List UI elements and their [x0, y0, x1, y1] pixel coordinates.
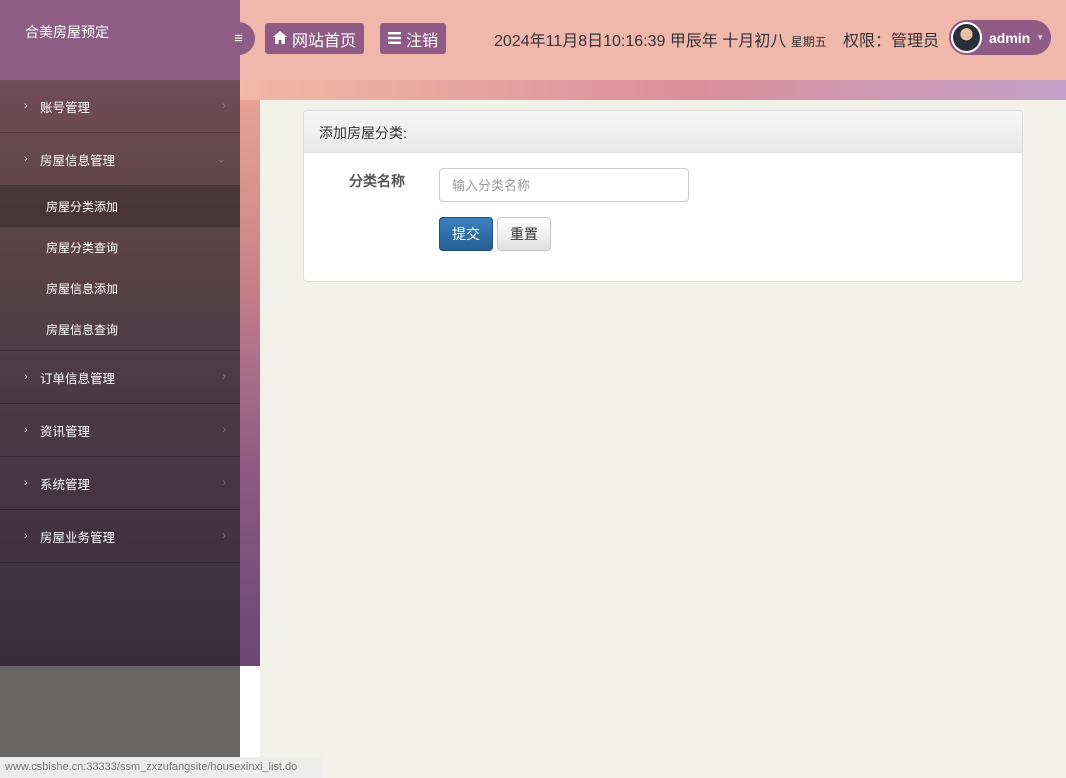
chevron-right-icon: ›	[222, 371, 226, 383]
category-name-input[interactable]	[439, 168, 689, 202]
submenu-item-label: 房屋信息查询	[46, 323, 119, 337]
chevron-right-icon: ›	[222, 100, 226, 112]
category-name-label: 分类名称	[349, 173, 405, 189]
sidebar-item-label: 房屋信息管理	[40, 153, 116, 168]
logout-button-label: 注销	[406, 32, 439, 50]
panel-title: 添加房屋分类:	[304, 111, 1022, 153]
sidebar-item-system[interactable]: › 系统管理 ›	[0, 457, 240, 510]
submenu-item-house-query[interactable]: 房屋信息查询	[0, 309, 240, 350]
home-button[interactable]: 网站首页	[265, 23, 365, 54]
sidebar-item-account[interactable]: › 账号管理 ›	[0, 80, 240, 133]
submenu-item-label: 房屋分类添加	[46, 200, 119, 214]
chevron-right-icon: ›	[222, 424, 226, 436]
submenu-item-label: 房屋信息添加	[46, 282, 119, 296]
menu-icon: ≡	[234, 30, 243, 47]
logout-button[interactable]: 注销	[380, 23, 447, 54]
sidebar-item-house-business[interactable]: › 房屋业务管理 ›	[0, 510, 240, 563]
main-content: 添加房屋分类: 分类名称 提交 重置	[260, 100, 1066, 778]
submenu-house-info: 房屋分类添加 房屋分类查询 房屋信息添加 房屋信息查询	[0, 186, 240, 351]
chevron-right-icon: ›	[24, 371, 28, 383]
add-category-panel: 添加房屋分类: 分类名称 提交 重置	[303, 110, 1023, 282]
sidebar-item-house-info[interactable]: › 房屋信息管理 ⌄	[0, 133, 240, 186]
submenu-item-category-add[interactable]: 房屋分类添加	[0, 186, 240, 227]
datetime-display: 2024年11月8日10:16:39 甲辰年 十月初八 星期五	[494, 27, 827, 51]
sidebar-item-label: 房屋业务管理	[40, 530, 116, 545]
weekday-text: 星期五	[790, 35, 827, 49]
user-menu[interactable]: admin ▼	[949, 20, 1051, 55]
chevron-right-icon: ›	[24, 153, 28, 165]
submit-button[interactable]: 提交	[439, 217, 493, 251]
sidebar-item-news[interactable]: › 资讯管理 ›	[0, 404, 240, 457]
datetime-text: 2024年11月8日10:16:39 甲辰年 十月初八	[494, 33, 787, 50]
submenu-item-house-add[interactable]: 房屋信息添加	[0, 268, 240, 309]
chevron-down-icon: ⌄	[216, 153, 226, 166]
reset-button[interactable]: 重置	[497, 217, 551, 251]
chevron-right-icon: ›	[24, 100, 28, 112]
home-icon	[273, 30, 287, 47]
submenu-item-category-query[interactable]: 房屋分类查询	[0, 227, 240, 268]
sidebar-item-label: 资讯管理	[40, 424, 91, 439]
avatar	[951, 22, 982, 53]
sidebar-item-label: 订单信息管理	[40, 371, 116, 386]
chevron-right-icon: ›	[24, 424, 28, 436]
permission-text: 权限：管理员	[843, 33, 940, 50]
chevron-right-icon: ›	[24, 530, 28, 542]
caret-down-icon: ▼	[1036, 33, 1045, 42]
username: admin	[989, 29, 1031, 46]
chevron-right-icon: ›	[222, 477, 226, 489]
sidebar-item-orders[interactable]: › 订单信息管理 ›	[0, 351, 240, 404]
header-gradient-strip	[240, 80, 1066, 100]
status-bar-url: www.csbishe.cn:33333/ssm_zxzufangsite/ho…	[0, 757, 322, 778]
sidebar: 合美房屋预定 › 账号管理 › › 房屋信息管理 ⌄ 房屋分类添加 房屋分类查询…	[0, 0, 240, 666]
chevron-right-icon: ›	[222, 530, 226, 542]
sidebar-toggle-button[interactable]: ≡	[222, 22, 255, 55]
chevron-right-icon: ›	[24, 477, 28, 489]
home-button-label: 网站首页	[292, 32, 357, 50]
submenu-item-label: 房屋分类查询	[46, 241, 119, 255]
brand-title: 合美房屋预定	[0, 0, 240, 80]
sidebar-item-label: 账号管理	[40, 100, 91, 115]
menu-list-icon	[388, 31, 401, 47]
sidebar-item-label: 系统管理	[40, 477, 91, 492]
